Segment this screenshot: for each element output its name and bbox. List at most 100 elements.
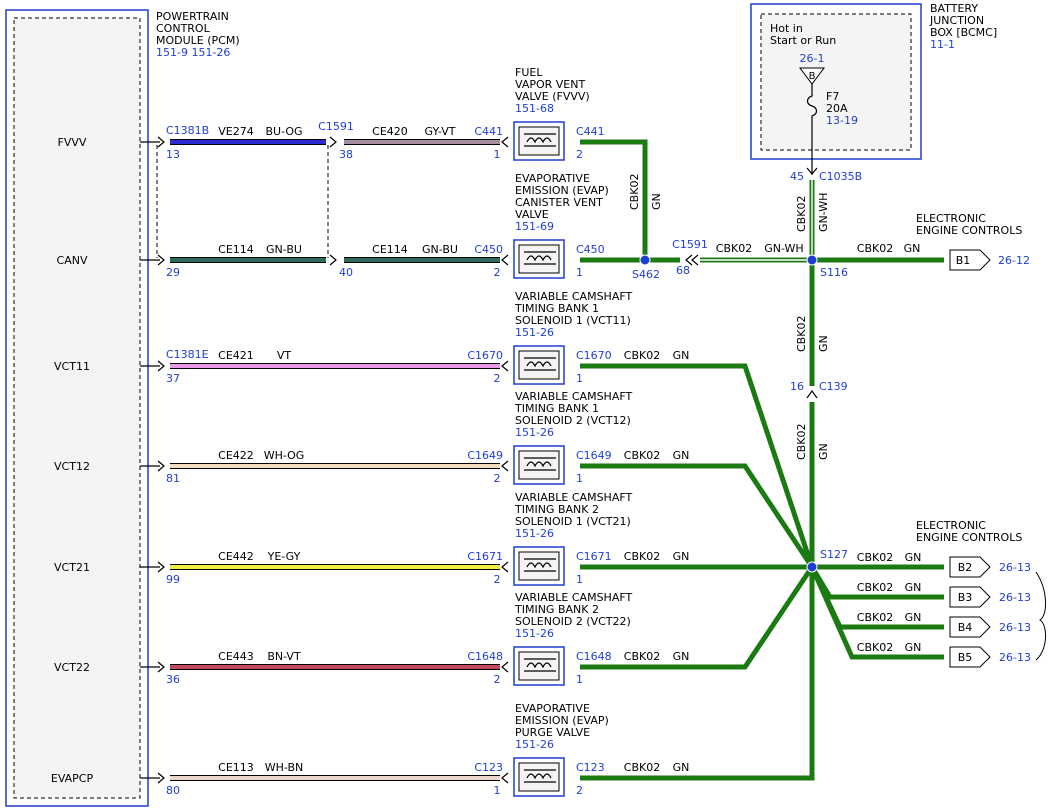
component-out-pin: 2 [576,148,583,161]
gn-branch-color: GN [905,611,922,624]
eec1-title-2: ENGINE CONTROLS [916,224,1022,237]
component-arrow-icon [501,254,509,266]
component-pin: 2 [494,673,501,686]
eec2-title-2: ENGINE CONTROLS [916,531,1022,544]
component-arrow-icon [501,661,509,673]
pcm-inner [13,17,141,799]
eec2-connector: B3 26-13 [949,586,1031,608]
component-inner [518,762,560,792]
component: VARIABLE CAMSHAFTTIMING BANK 2SOLENOID 2… [513,591,632,686]
components: FUELVAPOR VENTVALVE (FVVV)151-68C4412EVA… [513,66,632,797]
circuit-label: CE114 [218,243,254,256]
eec1-b1-connector: B1 26-12 [949,249,1030,271]
c1591-arrow-icon [329,136,337,148]
gn-color-label: GN [673,761,690,774]
gn-label-c139-col: GN [817,443,830,460]
eec2-conn-ref: 26-13 [999,651,1031,664]
c139-arrow-icon [806,389,818,399]
eec2-brace [1035,571,1046,661]
component-arrow-icon [501,360,509,372]
component-ref: 151-26 [515,326,554,339]
eec2-conn-ref: 26-13 [999,621,1031,634]
component-inner [518,551,560,581]
bjb-fuse-ref: 26-1 [800,52,825,65]
circuit-label: CE443 [218,650,254,663]
component-ref: 151-26 [515,627,554,640]
eec2-conn-label: B5 [958,651,973,664]
component-pin: 1 [494,784,501,797]
component-pin: 2 [494,372,501,385]
color-label: YE-GY [267,550,301,563]
gn-color-label: GN [673,349,690,362]
pcm-pin-number: 37 [166,372,180,385]
color-label: WH-BN [265,761,304,774]
signal-wire-row: 80 CE113 WH-BN C123 1 [140,761,509,797]
gn-circuit-label: CBK02 [624,761,660,774]
component-out-pin: 2 [576,784,583,797]
gn-branch-circuit: CBK02 [857,641,893,654]
color-label: GY-VT [425,125,456,138]
gn-circuit-label: CBK02 [624,449,660,462]
bjb-ref: 11-1 [930,38,955,51]
pcm-connector: C1381E [166,348,209,361]
bjb-fuse-3: 13-19 [826,114,858,127]
pcm-refs: 151-9 151-26 [156,46,230,59]
pcm-pin-vct21: VCT21 [54,561,90,574]
signal-wire-row: C1381E 37 CE421 VT C1670 2 [140,348,509,385]
eec2-conn-label: B2 [958,561,973,574]
c139-pin: 16 [790,380,804,393]
gn-label-s116-circ: CBK02 [795,316,808,352]
eec2-connector: B4 26-13 [949,616,1031,638]
eec1-b1-ref: 26-12 [998,254,1030,267]
color-label: GN-BU [266,243,302,256]
c139-label: C139 [819,380,848,393]
component-ref: 151-68 [515,102,554,115]
gn-label-s116-col: GN [817,335,830,352]
component-out-pin: 1 [576,472,583,485]
component-arrow-icon [501,772,509,784]
gn-b1-col: GN [904,242,921,255]
bjb-fuse-letter: B [809,71,816,82]
mid-connector: C1591 [318,120,354,133]
component-out-pin: 1 [576,573,583,586]
c1591-arrow-icon [329,254,337,266]
gn-color-label: GN [673,550,690,563]
component-connector: C441 [474,125,503,138]
splice-s127-label: S127 [820,548,848,561]
component-out-connector: C441 [576,125,605,138]
component-arrow-icon [501,460,509,472]
component: VARIABLE CAMSHAFTTIMING BANK 2SOLENOID 1… [513,491,632,586]
component-inner [518,450,560,480]
component-inner [518,350,560,380]
component-connector: C1649 [467,449,503,462]
circuit-label: CE113 [218,761,254,774]
c1591-arrow-icon-2 [691,254,699,266]
gn-wh-col: GN-WH [764,242,803,255]
gn-circuit-label: CBK02 [624,349,660,362]
eec2-list: B2 26-13 B3 26-13 B4 26-13 B5 26-13 [949,556,1031,668]
splice-s116 [806,254,818,266]
pcm-pin-evapcp: EVAPCP [51,772,94,785]
component-out-connector: C1671 [576,550,612,563]
component-connector: C1670 [467,349,503,362]
component-inner [518,244,560,274]
component-out-pin: 1 [576,266,583,279]
component-inner [518,126,560,156]
circuit-label: CE422 [218,449,254,462]
component-ref: 151-69 [515,220,554,233]
gn-branch-circuit: CBK02 [857,551,893,564]
gn-circuit-label: CBK02 [624,550,660,563]
eec2-conn-ref: 26-13 [999,561,1031,574]
color-label: WH-OG [264,449,305,462]
gn-branch-color: GN [905,551,922,564]
signal-wire-row: 36 CE443 BN-VT C1648 2 [140,650,509,686]
gn-branch-color: GN [905,641,922,654]
component: EVAPORATIVEEMISSION (EVAP)PURGE VALVE151… [513,702,609,797]
gn-wh-circ: CBK02 [716,242,752,255]
circuit-label: CE420 [372,125,408,138]
component-ref: 151-26 [515,527,554,540]
component-out-connector: C450 [576,243,605,256]
component-pin: 1 [494,148,501,161]
pcm-pin-number: 13 [166,148,180,161]
gn-b1-circ: CBK02 [857,242,893,255]
